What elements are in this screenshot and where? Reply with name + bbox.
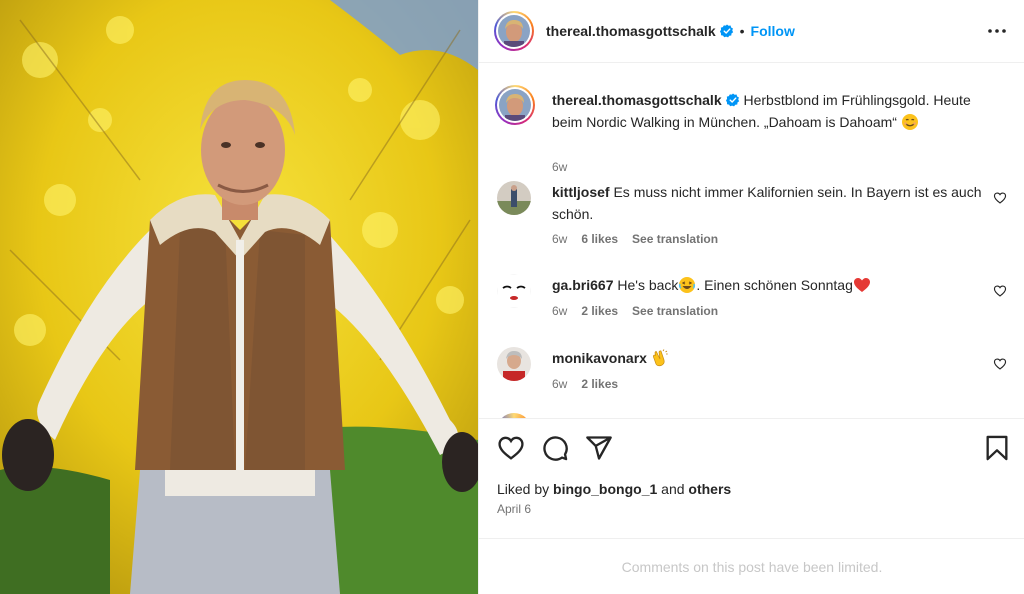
comment-text-part-b: . Einen schönen Sonntag <box>696 277 853 293</box>
comment-text-block: monikavonarx <box>552 347 982 369</box>
caption-text-block: thereal.thomasgottschalk Herbstblond im … <box>552 89 982 133</box>
post-actions: Liked by bingo_bongo_1 and others April … <box>479 418 1024 538</box>
bookmark-icon[interactable] <box>983 434 1011 462</box>
see-translation-button[interactable]: See translation <box>632 304 718 318</box>
separator-dot: • <box>739 23 745 39</box>
caption-age[interactable]: 6w <box>552 160 567 174</box>
likes-others-link[interactable]: others <box>688 481 731 497</box>
post-photo[interactable] <box>0 0 478 594</box>
post-details-panel: thereal.thomasgottschalk • Follow therea… <box>478 0 1024 594</box>
comment-like-heart-icon[interactable] <box>993 357 1007 371</box>
see-translation-button[interactable]: See translation <box>632 232 718 246</box>
comment-meta: 6w 6 likes See translation <box>552 232 718 246</box>
comment-item: kittljosef Es muss nicht immer Kaliforni… <box>497 181 1007 251</box>
comment-text-block: ga.bri667 He's back . Einen schönen Sonn… <box>552 274 982 296</box>
likes-user-link[interactable]: bingo_bongo_1 <box>553 481 657 497</box>
avatar-image <box>499 89 531 121</box>
avatar-image <box>497 181 531 215</box>
commenter-username[interactable]: ga.bri667 <box>552 277 613 293</box>
comment-age[interactable]: 6w <box>552 377 567 391</box>
comment-likes[interactable]: 2 likes <box>581 304 618 318</box>
comment-text-part-a: He's back <box>617 277 679 293</box>
likes-and: and <box>661 481 685 497</box>
author-username[interactable]: thereal.thomasgottschalk <box>546 23 716 39</box>
likes-summary: Liked by bingo_bongo_1 and others <box>497 481 731 497</box>
comment-meta: 6w 2 likes See translation <box>552 304 718 318</box>
commenter-avatar[interactable] <box>497 181 531 215</box>
verified-badge-icon <box>725 93 739 107</box>
comment-age[interactable]: 6w <box>552 304 567 318</box>
laughing-emoji-icon <box>679 277 696 293</box>
caption-username[interactable]: thereal.thomasgottschalk <box>552 92 722 108</box>
comment-likes[interactable]: 6 likes <box>581 232 618 246</box>
verified-badge-icon <box>719 24 733 38</box>
avatar-image <box>497 347 531 381</box>
comment-item: monikavonarx 6w 2 likes <box>497 347 1007 407</box>
commenter-username[interactable]: kittljosef <box>552 184 610 200</box>
comment-text: Es muss nicht immer Kalifornien sein. In… <box>552 184 982 222</box>
likes-prefix: Liked by <box>497 481 550 497</box>
caption-avatar[interactable] <box>495 85 535 125</box>
comment-meta: 6w 2 likes <box>552 377 618 391</box>
share-icon[interactable] <box>585 434 613 462</box>
instagram-post: thereal.thomasgottschalk • Follow therea… <box>0 0 1024 594</box>
comment-age[interactable]: 6w <box>552 232 567 246</box>
commenter-username[interactable]: monikavonarx <box>552 350 647 366</box>
heart-icon[interactable] <box>497 434 525 462</box>
follow-button[interactable]: Follow <box>751 23 795 39</box>
post-header: thereal.thomasgottschalk • Follow <box>479 0 1024 63</box>
red-heart-emoji-icon <box>853 278 870 292</box>
avatar-image <box>498 15 530 47</box>
comments-limited-notice: Comments on this post have been limited. <box>479 538 1024 594</box>
commenter-avatar[interactable] <box>497 347 531 381</box>
comments-list[interactable]: thereal.thomasgottschalk Herbstblond im … <box>479 63 1024 418</box>
post-caption: thereal.thomasgottschalk Herbstblond im … <box>495 85 1007 174</box>
caption-meta: 6w <box>552 160 567 174</box>
comment-item: ga.bri667 He's back . Einen schönen Sonn… <box>497 274 1007 334</box>
comment-icon[interactable] <box>541 434 569 462</box>
comment-like-heart-icon[interactable] <box>993 191 1007 205</box>
commenter-avatar[interactable] <box>497 274 531 308</box>
more-options-icon[interactable] <box>987 21 1007 41</box>
comment-like-heart-icon[interactable] <box>993 284 1007 298</box>
avatar-image <box>497 274 531 308</box>
comments-limited-text: Comments on this post have been limited. <box>621 558 883 575</box>
comment-text-block: kittljosef Es muss nicht immer Kaliforni… <box>552 181 982 225</box>
comment-likes[interactable]: 2 likes <box>581 377 618 391</box>
clapping-hands-emoji-icon <box>652 349 668 367</box>
post-date[interactable]: April 6 <box>497 502 531 516</box>
post-photo-illustration <box>0 0 478 594</box>
smiling-emoji-icon <box>901 114 918 130</box>
author-avatar[interactable] <box>494 11 534 51</box>
